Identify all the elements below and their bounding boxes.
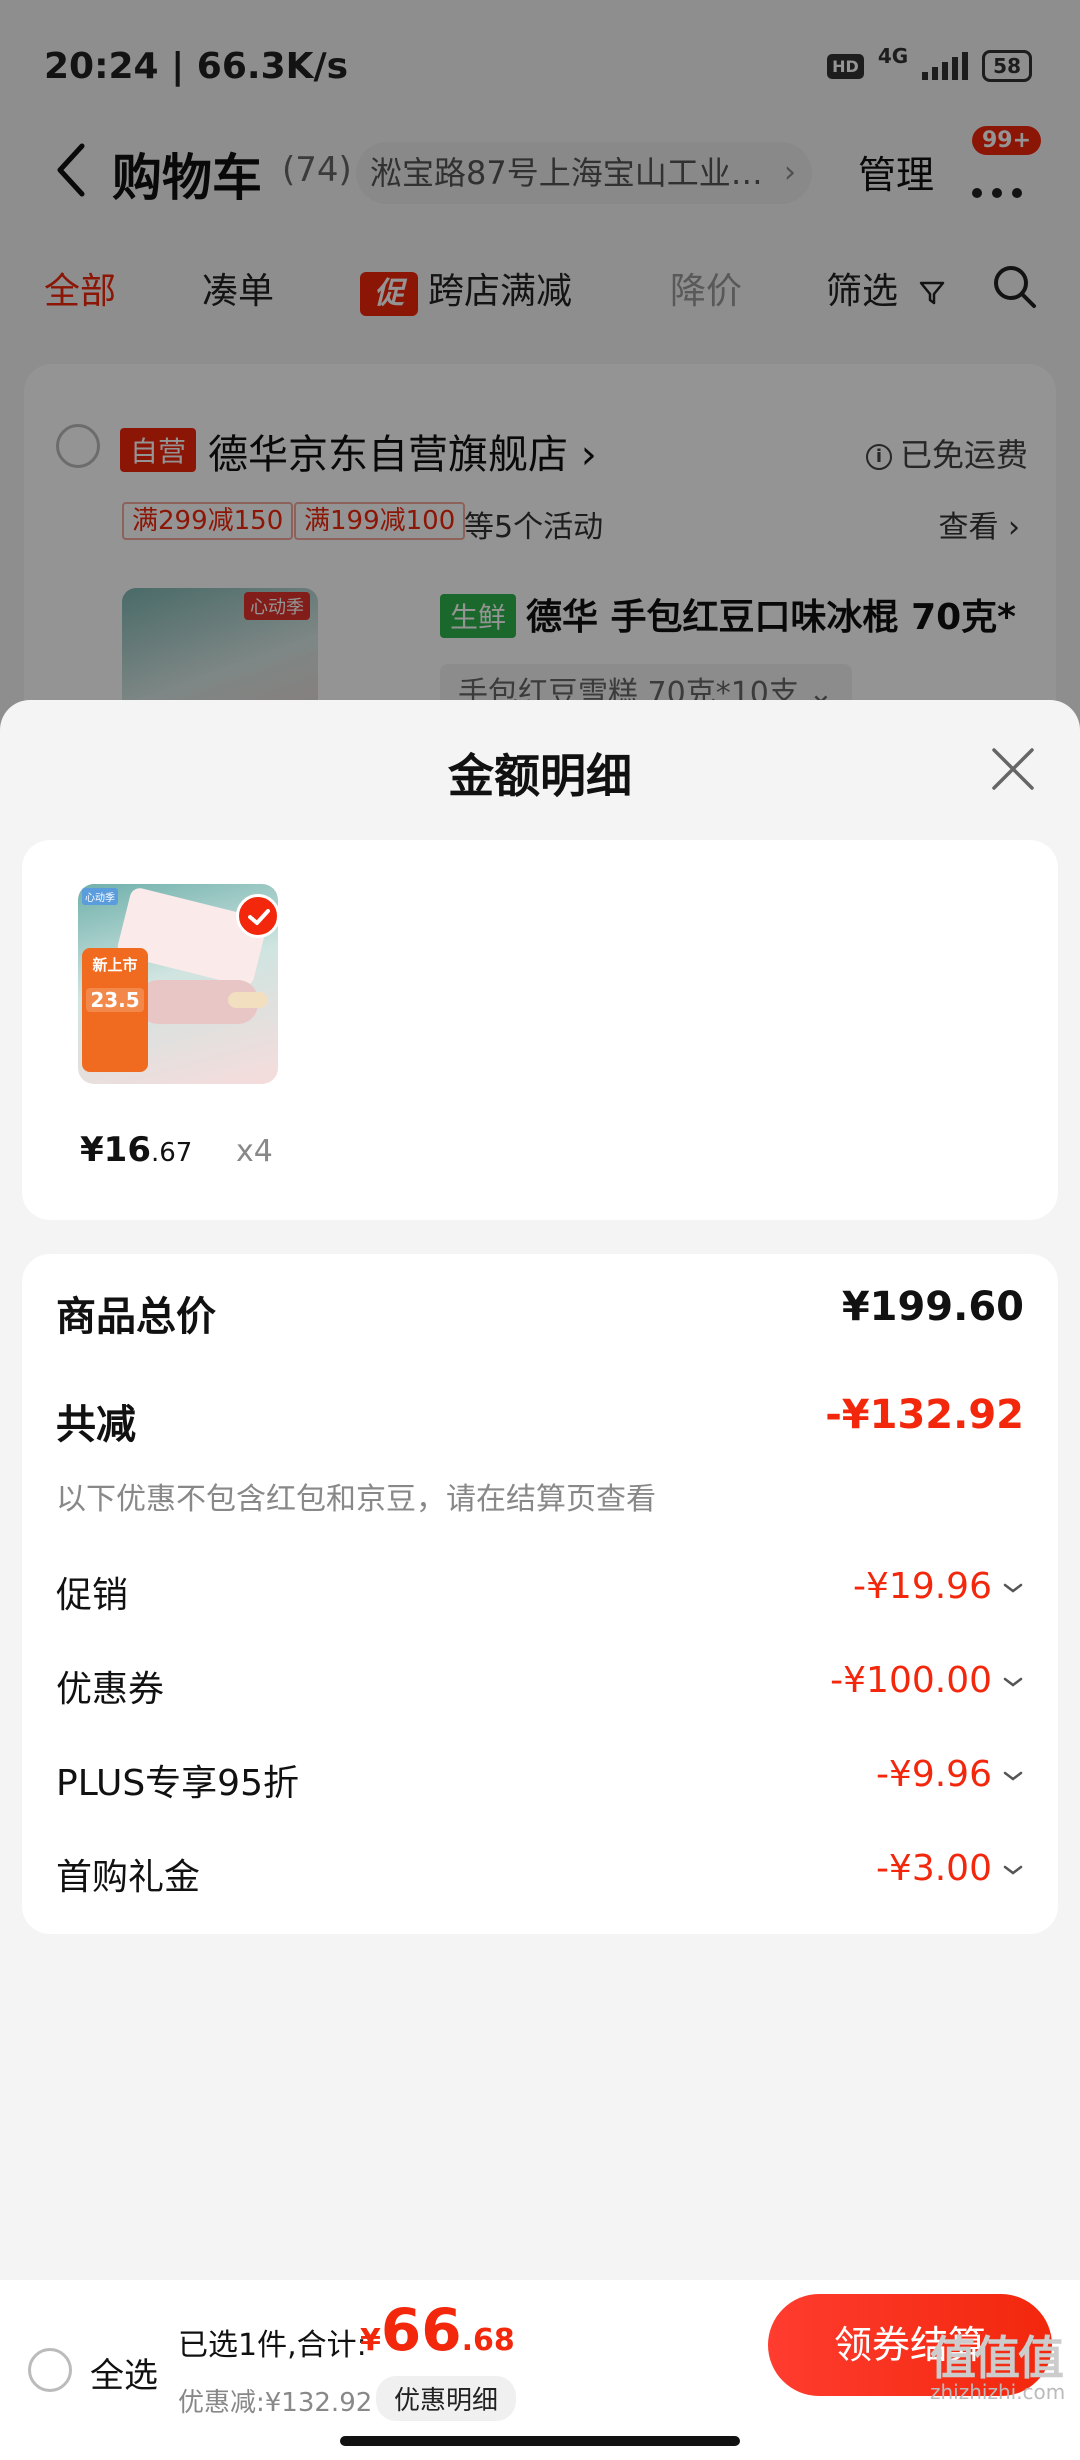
thumb-new-label: 新上市 [92,956,138,974]
chevron-down-icon [1003,1583,1023,1593]
amount-detail-sheet: 金额明细 心动季 新上市 23.5 ¥16.67 x4 商品总价 ¥199.60… [0,700,1080,2280]
close-icon[interactable] [988,744,1038,794]
home-indicator[interactable] [340,2436,740,2446]
discount-note: 以下优惠不包含红包和京豆，请在结算页查看 [56,1482,656,1517]
total-symbol: ¥ [360,2323,381,2358]
discount-summary: 优惠减:¥132.92 [178,2388,373,2418]
first-purchase-label: 首购礼金 [56,1857,201,1898]
select-all-radio[interactable] [28,2348,72,2392]
total-price-value: ¥199.60 [841,1284,1024,1330]
discount-detail-button[interactable]: 优惠明细 [376,2376,517,2421]
promo-label: 促销 [56,1575,129,1616]
total-price-label: 商品总价 [56,1294,216,1340]
total-dec: .68 [461,2323,515,2358]
chevron-down-icon [1003,1865,1023,1875]
total-amount: ¥66.68 [360,2296,515,2364]
total-reduce-label: 共减 [56,1402,136,1448]
select-all-label[interactable]: 全选 [90,2348,158,2397]
price-summary-card: 商品总价 ¥199.60 共减 -¥132.92 以下优惠不包含红包和京豆，请在… [22,1254,1058,1934]
chevron-down-icon [1003,1771,1023,1781]
first-purchase-value-row[interactable]: -¥3.00 [876,1848,1024,1889]
checkout-bar: 全选 已选1件,合计: ¥66.68 优惠减:¥132.92 优惠明细 领券结算 [0,2280,1080,2460]
promo-value: -¥19.96 [853,1566,992,1607]
first-purchase-value: -¥3.00 [875,1848,992,1889]
coupon-value-row[interactable]: -¥100.00 [830,1660,1024,1701]
item-quantity: x4 [236,1134,273,1169]
thumb-stick-shape [228,992,268,1008]
promo-value-row[interactable]: -¥19.96 [853,1566,1024,1607]
item-thumbnail[interactable]: 心动季 新上市 23.5 [78,884,278,1084]
sheet-title: 金额明细 [448,749,632,803]
coupon-value: -¥100.00 [830,1660,992,1701]
plus-discount-value: -¥9.96 [875,1754,992,1795]
thumb-corner-tag: 心动季 [82,888,118,905]
chevron-down-icon [1003,1677,1023,1687]
total-int: 66 [380,2296,462,2364]
item-price: ¥16.67 [80,1130,192,1170]
checked-icon [236,894,278,938]
item-price-dec: .67 [150,1138,193,1168]
selected-summary: 已选1件,合计: [178,2328,367,2363]
items-card: 心动季 新上市 23.5 ¥16.67 x4 [22,840,1058,1220]
watermark-logo: 值值值 [930,2331,1064,2385]
watermark-url: zhizhizhi.com [930,2380,1066,2404]
thumb-price-box: 新上市 23.5 [82,948,148,1072]
plus-discount-value-row[interactable]: -¥9.96 [876,1754,1024,1795]
thumb-price: 23.5 [86,988,144,1012]
total-reduce-value: -¥132.92 [825,1392,1024,1438]
plus-discount-label: PLUS专享95折 [56,1763,299,1804]
item-price-int: ¥16 [80,1130,151,1170]
coupon-label: 优惠券 [56,1669,165,1710]
